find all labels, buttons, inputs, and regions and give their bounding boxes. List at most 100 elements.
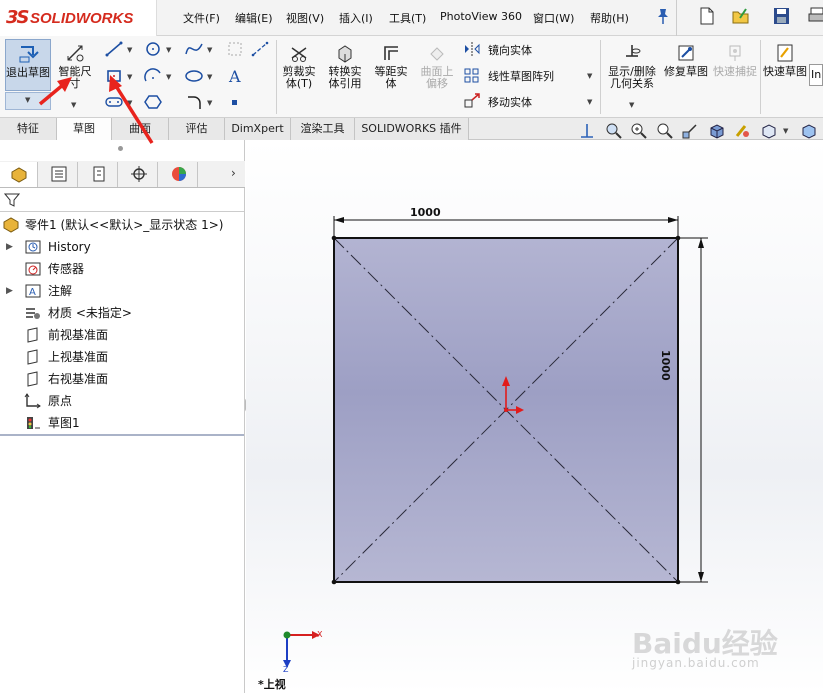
tab-feature-tree[interactable] — [0, 162, 38, 187]
convert-entities-button[interactable]: 转换实体引用 — [324, 42, 366, 90]
tree-item-material[interactable]: 材质 <未指定> — [0, 302, 244, 324]
linear-pattern-label[interactable]: 线性草图阵列 — [488, 68, 554, 84]
tree-item-origin[interactable]: 原点 — [0, 390, 244, 412]
view-orientation-icon[interactable] — [578, 122, 596, 140]
section-view-icon[interactable] — [681, 122, 699, 140]
height-dimension-text[interactable]: 1000 — [659, 350, 672, 381]
point-icon[interactable] — [225, 93, 245, 111]
sketch-point[interactable] — [675, 235, 681, 241]
tree-root-part[interactable]: 零件1 (默认<<默认>_显示状态 1>) — [0, 214, 244, 236]
move-entities-label[interactable]: 移动实体 — [488, 94, 532, 110]
fillet-icon[interactable] — [184, 93, 204, 111]
tree-item-right-plane[interactable]: 右视基准面 — [0, 368, 244, 390]
relations-dropdown[interactable]: ▼ — [629, 101, 634, 109]
tree-item-top-plane[interactable]: 上视基准面 — [0, 346, 244, 368]
menu-insert[interactable]: 插入(I) — [339, 10, 373, 26]
repair-sketch-button[interactable]: 修复草图 — [664, 42, 708, 78]
exit-sketch-dropdown[interactable]: ▼ — [5, 92, 51, 110]
menu-help[interactable]: 帮助(H) — [590, 10, 629, 26]
expand-arrow-icon[interactable]: ▶ — [6, 280, 13, 302]
sketch-point[interactable] — [331, 235, 337, 241]
fillet-dropdown[interactable]: ▼ — [207, 99, 212, 107]
height-dimension[interactable] — [680, 237, 708, 583]
tree-item-annotations[interactable]: ▶ A 注解 — [0, 280, 244, 302]
display-style-icon[interactable] — [760, 122, 778, 140]
circle-icon[interactable] — [143, 40, 163, 58]
rectangle-icon[interactable] — [104, 67, 124, 85]
sketch-point[interactable] — [331, 579, 337, 585]
tree-item-sketch1[interactable]: 草图1 — [0, 412, 244, 434]
view-cube-icon[interactable] — [708, 122, 726, 140]
filter-icon[interactable] — [4, 192, 20, 208]
menu-edit[interactable]: 编辑(E) — [235, 10, 273, 26]
view-settings-icon[interactable] — [800, 122, 818, 140]
rapid-sketch-button[interactable]: 快速草图 — [763, 42, 807, 78]
tab-surfaces[interactable]: 曲面 — [112, 118, 169, 140]
move-entities-dropdown[interactable]: ▼ — [587, 98, 592, 106]
solidworks-logo[interactable]: 3S SOLIDWORKS — [0, 0, 157, 36]
menu-tools[interactable]: 工具(T) — [389, 10, 426, 26]
tab-addins[interactable]: SOLIDWORKS 插件 — [355, 118, 469, 140]
zoom-area-icon[interactable] — [630, 122, 648, 140]
width-dimension-text[interactable]: 1000 — [410, 206, 441, 219]
menu-view[interactable]: 视图(V) — [286, 10, 324, 26]
sketch-canvas[interactable] — [246, 140, 823, 693]
print-icon[interactable] — [806, 5, 823, 27]
tree-item-sensors[interactable]: 传感器 — [0, 258, 244, 280]
slot-dropdown[interactable]: ▼ — [127, 99, 132, 107]
tab-sketch[interactable]: 草图 — [57, 118, 112, 140]
linear-pattern-dropdown[interactable]: ▼ — [587, 72, 592, 80]
tab-property-manager[interactable] — [40, 162, 78, 187]
trim-entities-button[interactable]: 剪裁实体(T) — [279, 42, 319, 90]
display-relations-button[interactable]: 显示/删除几何关系 — [603, 42, 661, 90]
arc-dropdown[interactable]: ▼ — [166, 73, 171, 81]
offset-on-surface-button[interactable]: 曲面上偏移 — [416, 42, 458, 90]
tab-display-manager[interactable] — [160, 162, 198, 187]
sketch-point[interactable] — [675, 579, 681, 585]
slot-icon[interactable] — [104, 93, 124, 111]
save-icon[interactable] — [770, 5, 792, 27]
spline-dropdown[interactable]: ▼ — [207, 46, 212, 54]
panel-grip[interactable] — [118, 146, 123, 151]
centerline-icon[interactable] — [250, 40, 270, 58]
tab-configuration-manager[interactable] — [80, 162, 118, 187]
tab-dimxpert-manager[interactable] — [120, 162, 158, 187]
move-entities-icon[interactable] — [462, 92, 482, 110]
mirror-icon[interactable] — [462, 40, 482, 58]
smart-dimension-dropdown[interactable]: ▼ — [71, 101, 76, 109]
pin-icon[interactable] — [652, 5, 674, 27]
previous-view-icon[interactable] — [656, 122, 674, 140]
menu-window[interactable]: 窗口(W) — [533, 10, 574, 26]
circle-dropdown[interactable]: ▼ — [166, 46, 171, 54]
ellipse-dropdown[interactable]: ▼ — [207, 73, 212, 81]
quick-snaps-button[interactable]: 快速捕捉 — [711, 42, 759, 78]
offset-entities-button[interactable]: 等距实体 — [370, 42, 412, 90]
rollback-bar[interactable] — [0, 434, 244, 436]
tree-item-front-plane[interactable]: 前视基准面 — [0, 324, 244, 346]
tab-features[interactable]: 特征 — [0, 118, 57, 140]
spline-icon[interactable] — [184, 40, 204, 58]
menu-file[interactable]: 文件(F) — [183, 10, 220, 26]
tab-evaluate[interactable]: 评估 — [169, 118, 225, 140]
tab-dimxpert[interactable]: DimXpert — [225, 118, 291, 140]
edit-appearance-icon[interactable] — [733, 122, 751, 140]
width-dimension[interactable] — [333, 216, 679, 236]
tab-render-tools[interactable]: 渲染工具 — [291, 118, 355, 140]
plane-sketch-icon[interactable] — [225, 40, 245, 58]
smart-dimension-button[interactable]: 智能尺寸 — [55, 42, 95, 94]
text-icon[interactable]: A — [225, 67, 245, 85]
expand-arrow-icon[interactable]: ▶ — [6, 236, 13, 258]
exit-sketch-button[interactable]: 退出草图 — [5, 39, 51, 91]
panel-arrow-icon[interactable]: › — [231, 166, 236, 180]
zoom-to-fit-icon[interactable] — [605, 122, 623, 140]
toolbar-overflow-button[interactable]: In — [809, 64, 823, 86]
open-folder-icon[interactable] — [730, 5, 752, 27]
menu-photoview[interactable]: PhotoView 360 — [440, 10, 522, 23]
mirror-entities-label[interactable]: 镜向实体 — [488, 42, 532, 58]
line-dropdown[interactable]: ▼ — [127, 46, 132, 54]
rectangle-dropdown[interactable]: ▼ — [127, 73, 132, 81]
new-document-icon[interactable] — [696, 5, 718, 27]
arc-icon[interactable] — [143, 67, 163, 85]
linear-pattern-icon[interactable] — [462, 66, 482, 84]
tree-item-history[interactable]: ▶ History — [0, 236, 244, 258]
